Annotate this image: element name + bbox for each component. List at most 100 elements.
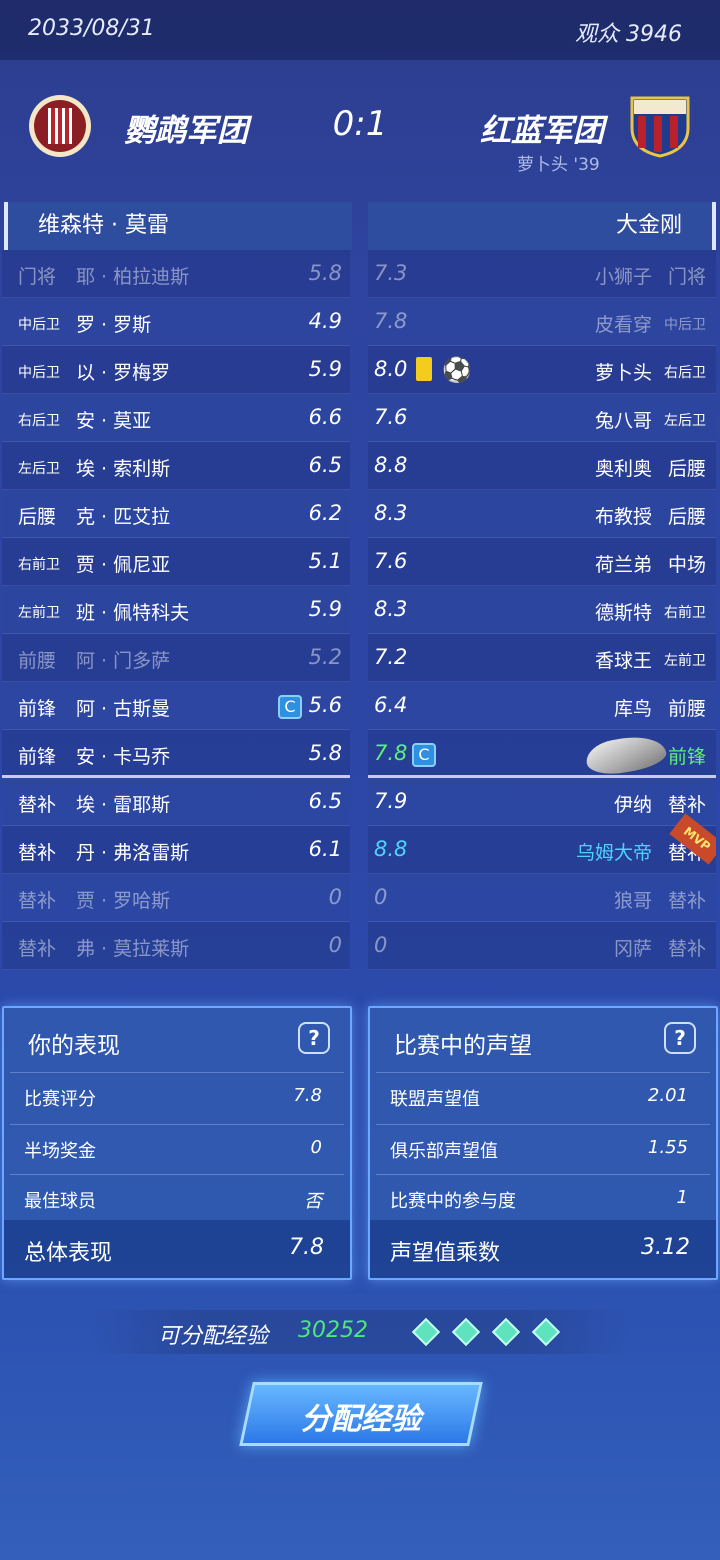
away-team-crest-icon (630, 96, 690, 158)
reputation-panel: 比赛中的声望 ? 联盟声望值 2.01 俱乐部声望值 1.55 比赛中的参与度 1 声… (368, 1006, 718, 1280)
player-position: 前锋 (667, 746, 706, 768)
player-row[interactable]: 替补丹 · 弗洛雷斯 6.1 (2, 826, 350, 874)
player-row[interactable]: 替补 冈萨 0 (368, 922, 716, 970)
player-rating: 7.8 (374, 741, 408, 765)
player-rating: 6.4 (374, 693, 408, 717)
player-row[interactable]: 左后卫 兔八哥 7.6 (368, 394, 716, 442)
away-captain-name: 大金刚 (615, 213, 682, 238)
home-captain-name: 维森特 · 莫雷 (38, 213, 169, 238)
home-team-crest-icon (29, 95, 91, 157)
player-rating: 8.0 (374, 357, 408, 381)
reputation-title: 比赛中的声望 (394, 1033, 532, 1059)
player-rating: 5.9 (308, 357, 342, 381)
player-row[interactable]: 替补贾 · 罗哈斯 0 (2, 874, 350, 922)
player-position: 右后卫 (664, 365, 706, 381)
player-name: 德斯特 (594, 602, 652, 624)
player-row[interactable]: 中后卫以 · 罗梅罗 5.9 (2, 346, 350, 394)
help-icon[interactable]: ? (664, 1022, 696, 1054)
player-rating: 0 (328, 933, 342, 957)
player-name: 以 · 罗梅罗 (76, 362, 171, 384)
player-position: 后腰 (667, 458, 706, 480)
player-position: 中后卫 (18, 365, 60, 381)
away-team-name: 红蓝军团 (480, 113, 604, 149)
player-position: 前腰 (18, 650, 57, 672)
player-name: 罗 · 罗斯 (76, 314, 152, 336)
player-name: 贾 · 罗哈斯 (76, 890, 171, 912)
player-position: 中后卫 (664, 317, 706, 333)
player-row[interactable]: 右前卫 德斯特 8.3 (368, 586, 716, 634)
player-position: 左前卫 (18, 605, 60, 621)
player-name: 萝卜头 (594, 362, 652, 384)
player-row[interactable]: 左前卫 香球王 7.2 (368, 634, 716, 682)
player-row[interactable]: 替补 狼哥 0 (368, 874, 716, 922)
player-rating: 4.9 (308, 309, 342, 333)
player-name: 贾 · 佩尼亚 (76, 554, 171, 576)
player-position: 中场 (667, 554, 706, 576)
player-name: 小狮子 (594, 266, 652, 288)
player-row[interactable]: 右后卫 萝卜头 8.0 ⚽ (368, 346, 716, 394)
goal-scorer-info: 萝卜头 '39 (517, 155, 600, 175)
player-rating: 0 (374, 933, 388, 957)
player-row[interactable]: 前锋 7.8 C (368, 730, 716, 779)
player-position: 前锋 (18, 746, 57, 768)
player-rating: 5.8 (308, 261, 342, 285)
player-position: 左前卫 (664, 653, 706, 669)
player-name: 丹 · 弗洛雷斯 (76, 842, 190, 864)
player-row[interactable]: 替补 伊纳 7.9 (368, 778, 716, 826)
player-rating: 8.3 (374, 597, 408, 621)
captain-badge-icon: C (278, 695, 302, 719)
player-position: 替补 (667, 794, 706, 816)
player-rating: 6.5 (308, 453, 342, 477)
player-rating: 6.2 (308, 501, 342, 525)
player-position: 左后卫 (664, 413, 706, 429)
player-row[interactable]: 右前卫贾 · 佩尼亚 5.1 (2, 538, 350, 586)
player-row[interactable]: 前腰 库鸟 6.4 (368, 682, 716, 730)
player-name: 安 · 莫亚 (76, 410, 152, 432)
player-rating: 0 (328, 885, 342, 909)
player-row[interactable]: 前锋安 · 卡马乔 5.8 (2, 730, 350, 778)
player-row[interactable]: 后腰 布教授 8.3 (368, 490, 716, 538)
player-name: 安 · 卡马乔 (76, 746, 171, 768)
player-row[interactable]: 门将耶 · 柏拉迪斯 5.8 (2, 250, 350, 298)
help-icon[interactable]: ? (298, 1022, 330, 1054)
rep-row: 比赛中的参与度 1 (376, 1174, 710, 1220)
player-name: 班 · 佩特科夫 (76, 602, 190, 624)
player-rating: 5.2 (308, 645, 342, 669)
player-row[interactable]: 左后卫埃 · 索利斯 6.5 (2, 442, 350, 490)
player-position: 右前卫 (664, 605, 706, 621)
player-row[interactable]: 替补弗 · 莫拉莱斯 0 (2, 922, 350, 970)
player-name: 皮看穿 (594, 314, 652, 336)
player-name: 奥利奥 (594, 458, 652, 480)
player-position: 前锋 (18, 698, 57, 720)
player-rating: 7.2 (374, 645, 408, 669)
player-row[interactable]: 后腰 奥利奥 8.8 (368, 442, 716, 490)
player-row[interactable]: 替补 乌姆大帝 8.8 MVP (368, 813, 716, 874)
player-row[interactable]: 后腰克 · 匹艾拉 6.2 (2, 490, 350, 538)
player-row[interactable]: 中后卫罗 · 罗斯 4.9 (2, 298, 350, 346)
player-row[interactable]: 右后卫安 · 莫亚 6.6 (2, 394, 350, 442)
player-row[interactable]: 前腰阿 · 门多萨 5.2 (2, 634, 350, 682)
player-position: 替补 (18, 938, 57, 960)
home-player-table[interactable]: 门将耶 · 柏拉迪斯 5.8 中后卫 罗 · 罗斯 4.9 中后卫以 · 罗梅罗 5.9 右后… (2, 250, 350, 988)
away-player-table[interactable]: 门将 小狮子 7.3 中后卫 皮看穿 7.8 右后卫 萝卜头 8.0 ⚽ 左后卫 兔八哥 7.6 后腰 奥利… (368, 250, 716, 988)
rep-total: 声望值乘数 3.12 (370, 1220, 716, 1278)
player-row[interactable]: 前锋阿 · 古斯曼 5.6 C (2, 682, 350, 730)
player-row[interactable]: 替补埃 · 雷耶斯 6.5 (2, 778, 350, 826)
player-name: 弗 · 莫拉莱斯 (76, 938, 190, 960)
rep-row: 俱乐部声望值 1.55 (376, 1124, 710, 1170)
player-row[interactable]: 中场 荷兰弟 7.6 (368, 538, 716, 586)
player-name: 阿 · 门多萨 (76, 650, 171, 672)
perf-row: 最佳球员否 (10, 1174, 344, 1220)
player-row[interactable]: 门将 小狮子 7.3 (368, 250, 716, 298)
player-position: 替补 (667, 890, 706, 912)
player-name: 克 · 匹艾拉 (76, 506, 171, 528)
player-row[interactable]: 中后卫 皮看穿 7.8 (368, 298, 716, 346)
player-rating: 5.9 (308, 597, 342, 621)
player-rating: 7.8 (374, 309, 408, 333)
golden-boot-icon (583, 731, 669, 779)
player-name: 兔八哥 (594, 410, 652, 432)
player-rating: 6.1 (308, 837, 342, 861)
player-position: 左后卫 (18, 461, 60, 477)
player-rating: 8.8 (374, 453, 408, 477)
player-row[interactable]: 左前卫班 · 佩特科夫 5.9 (2, 586, 350, 634)
